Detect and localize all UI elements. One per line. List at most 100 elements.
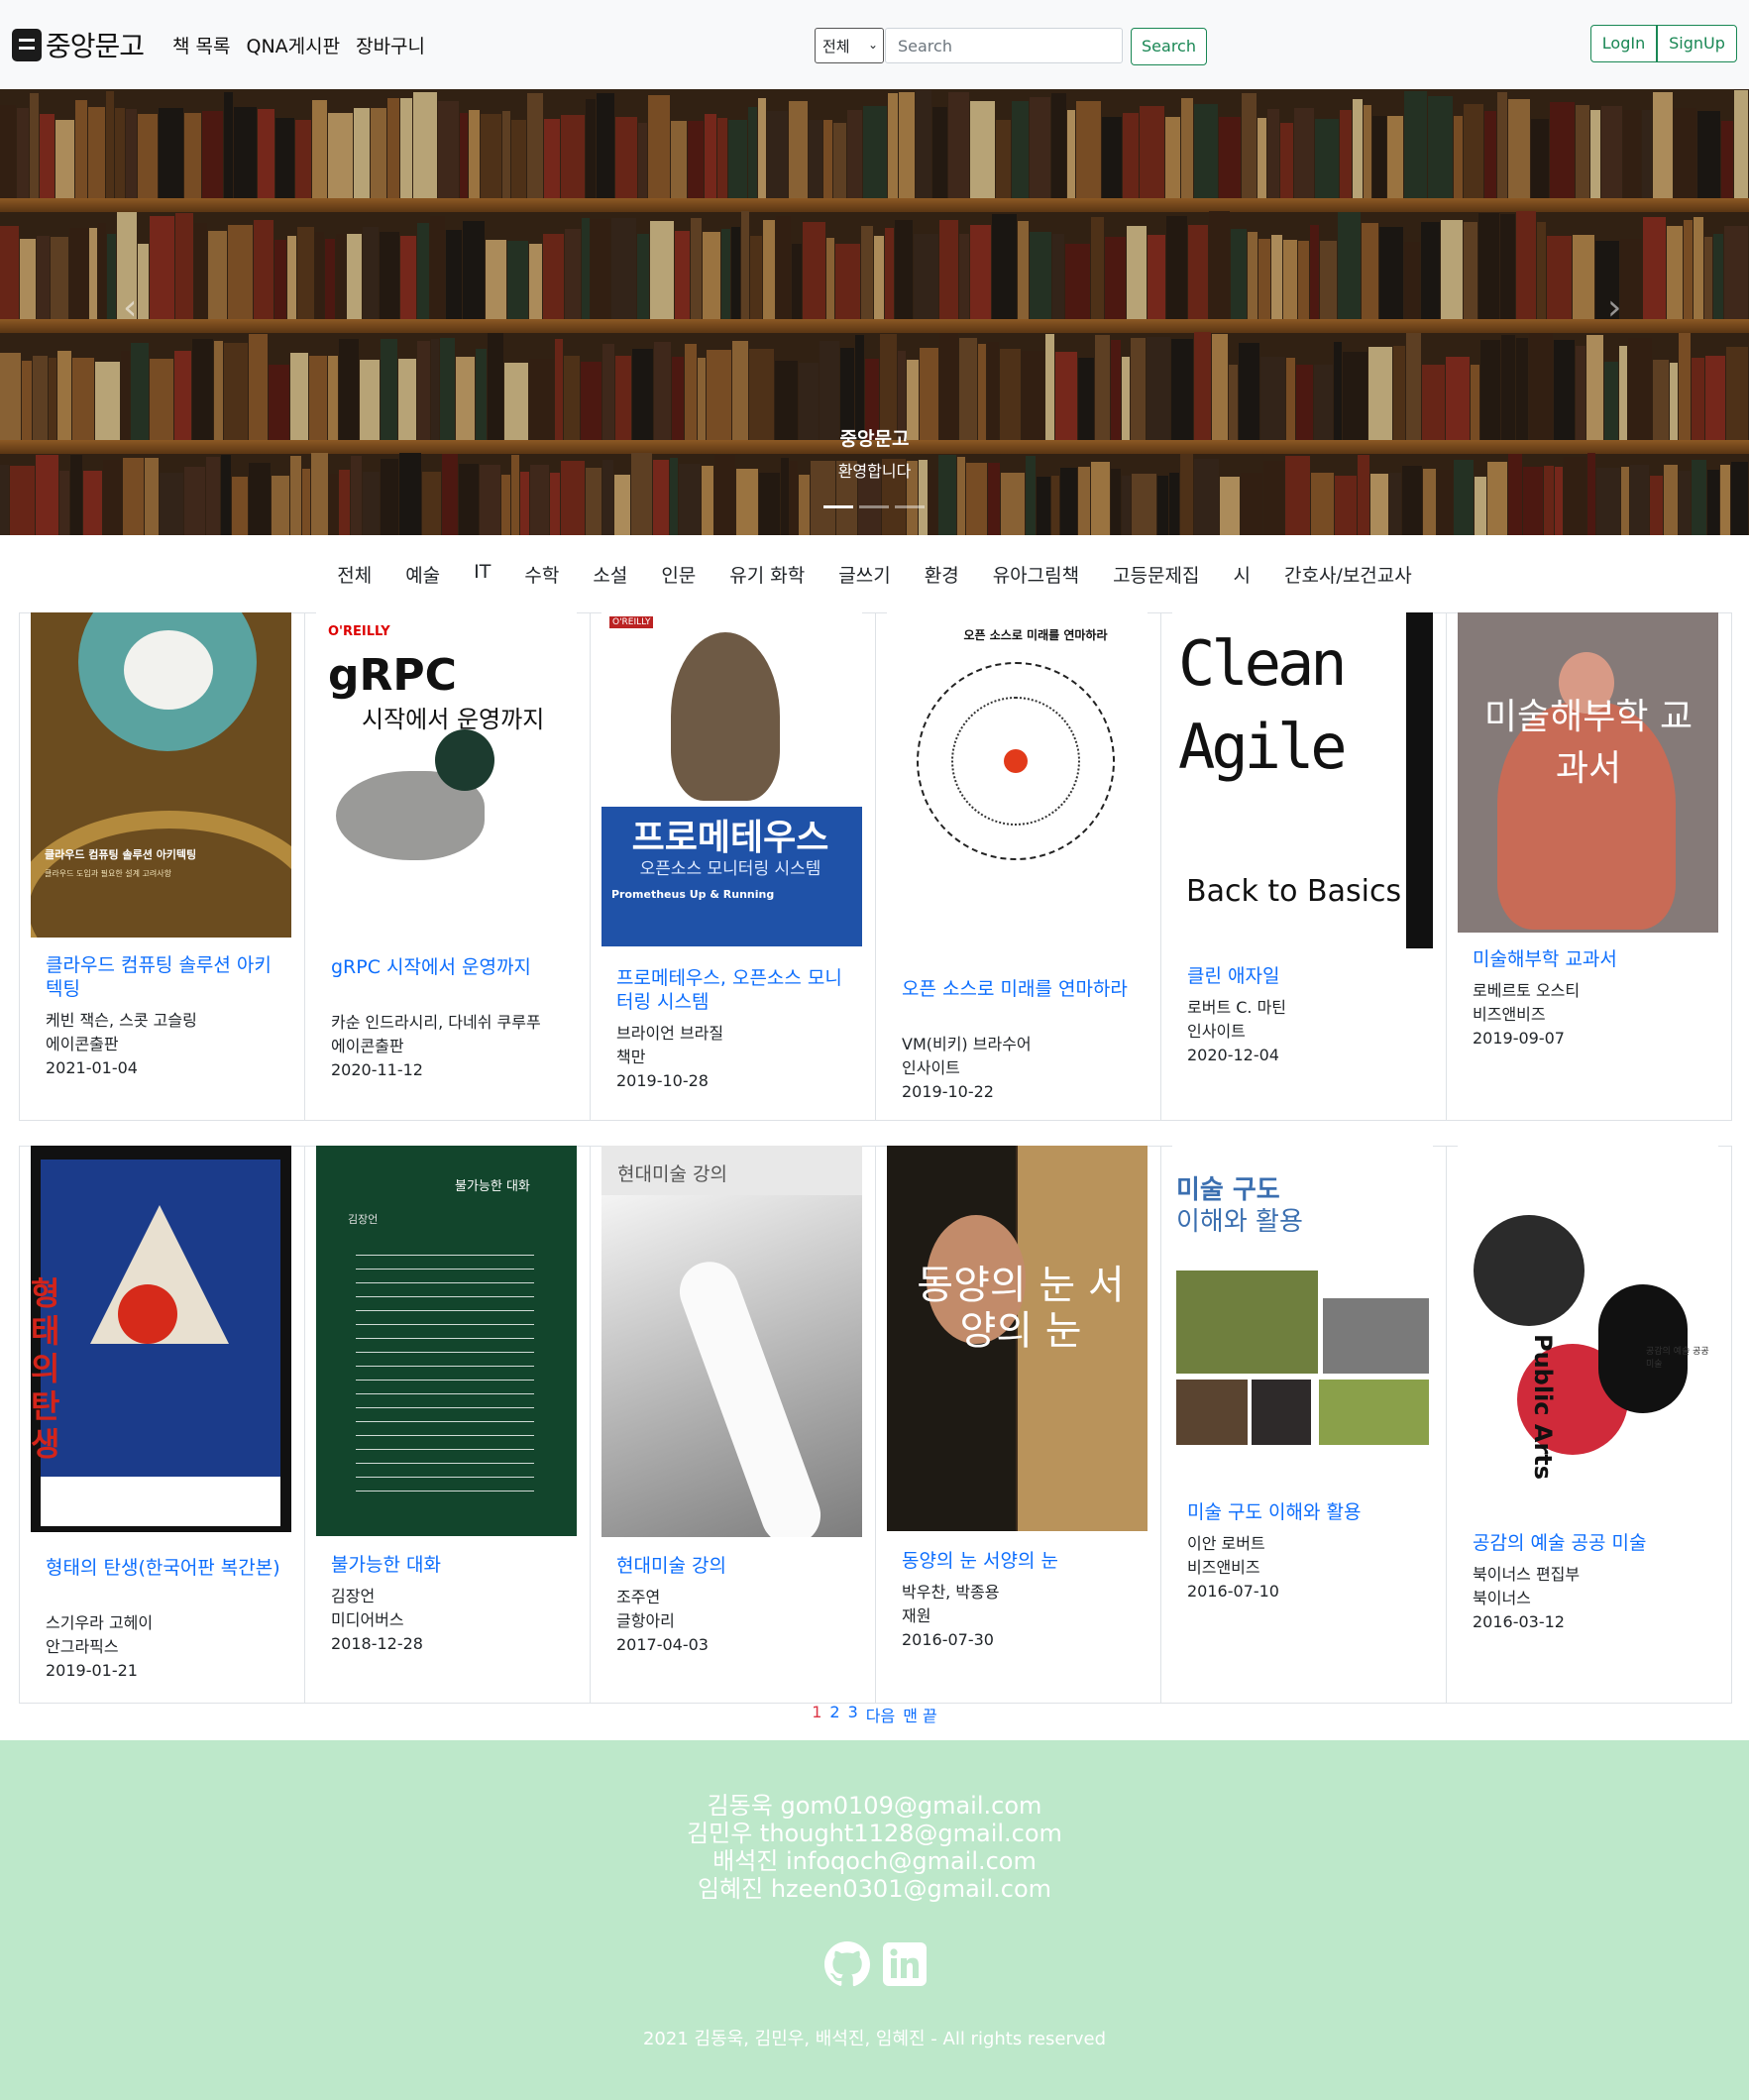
next-page-link[interactable]: 다음 xyxy=(866,1703,895,1726)
github-icon[interactable] xyxy=(823,1940,871,1988)
pagination: 1 2 3 다음 맨 끝 xyxy=(0,1703,1749,1726)
book-title-link[interactable]: 공감의 예술 공공 미술 xyxy=(1473,1531,1710,1555)
carousel-next-icon[interactable]: › xyxy=(1607,287,1621,328)
cover-painting-shape xyxy=(1176,1380,1248,1445)
cover-duck-shape xyxy=(435,729,494,791)
book-author: 북이너스 편집부 xyxy=(1473,1565,1581,1584)
book-author: VM(비키) 브라수어 xyxy=(902,1035,1032,1053)
book-cover-image[interactable]: 미술 구도 이해와 활용 xyxy=(1172,1146,1433,1485)
carousel-indicator[interactable] xyxy=(895,505,925,508)
category-tab[interactable]: IT xyxy=(474,561,491,588)
cover-text: 이해와 활용 xyxy=(1176,1207,1303,1237)
book-title-link[interactable]: 클라우드 컴퓨팅 솔루션 아키텍팅 xyxy=(46,953,283,1001)
category-tab[interactable]: 고등문제집 xyxy=(1113,561,1199,588)
search-category-value: 전체 xyxy=(822,37,850,55)
category-tab[interactable]: 유기 화학 xyxy=(729,561,805,588)
cover-eagle-shape xyxy=(671,632,780,801)
page-link[interactable]: 3 xyxy=(848,1703,858,1726)
book-cover-image[interactable]: O'REILLY 프로메테우스 오픈소스 모니터링 시스템 Prometheus Up… xyxy=(601,612,862,946)
category-tab[interactable]: 수학 xyxy=(524,561,559,588)
book-title-link[interactable]: 클린 애자일 xyxy=(1187,964,1425,988)
category-tab[interactable]: 글쓰기 xyxy=(838,561,890,588)
book-author: 케빈 잭슨, 스콧 고슬링 xyxy=(46,1011,197,1030)
book-publisher: 에이콘출판 xyxy=(46,1035,119,1053)
hero-title: 중앙문고 xyxy=(839,428,910,450)
carousel-indicator[interactable] xyxy=(859,505,889,508)
book-publisher: 안그라픽스 xyxy=(46,1637,119,1656)
book-author: 로베르토 오스티 xyxy=(1473,981,1581,1000)
category-tab[interactable]: 유아그림책 xyxy=(993,561,1079,588)
cover-painting-shape xyxy=(1252,1380,1311,1445)
book-author: 카순 인드라시리, 다네쉬 쿠루푸 xyxy=(331,1013,541,1032)
book-cover-image[interactable]: 클라우드 컴퓨팅 솔루션 아키텍팅 클라우드 도입과 필요한 설계 고려사항 xyxy=(31,612,291,938)
last-page-link[interactable]: 맨 끝 xyxy=(903,1703,937,1726)
book-cover-image[interactable]: 오픈 소스로 미래를 연마하라 xyxy=(887,612,1148,953)
book-cover-image[interactable]: Clean Agile Back to Basics xyxy=(1172,612,1433,948)
book-title-link[interactable]: 미술 구도 이해와 활용 xyxy=(1187,1500,1425,1524)
book-cover-image[interactable]: O'REILLY gRPC 시작에서 운영까지 xyxy=(316,612,577,922)
book-title-link[interactable]: 현대미술 강의 xyxy=(616,1554,854,1578)
cover-text: 김장언 xyxy=(348,1213,379,1226)
page-link-current[interactable]: 1 xyxy=(812,1703,821,1726)
category-tab[interactable]: 환경 xyxy=(925,561,959,588)
nav-book-list[interactable]: 책 목록 xyxy=(172,32,230,58)
copyright: 2021 김동욱, 김민우, 배석진, 임혜진 - All rights res… xyxy=(642,2029,1107,2049)
category-tab[interactable]: 소설 xyxy=(593,561,627,588)
book-publisher: 재원 xyxy=(902,1606,931,1625)
contact-line: 배석진 infoqoch@gmail.com xyxy=(712,1847,1037,1875)
book-title-link[interactable]: 프로메테우스, 오픈소스 모니터링 시스템 xyxy=(616,966,854,1014)
book-cover-image[interactable]: 형태의탄생 xyxy=(31,1146,291,1532)
navbar: 중앙문고 책 목록 QNA게시판 장바구니 전체 ⌄ Search Search… xyxy=(0,0,1749,89)
book-author: 브라이언 브라질 xyxy=(616,1024,724,1043)
cover-spine-shape xyxy=(1406,612,1433,948)
cover-circle-shape xyxy=(1474,1215,1585,1326)
book-title-link[interactable]: 형태의 탄생(한국어판 복간본) xyxy=(46,1556,283,1580)
book-publisher: 에이콘출판 xyxy=(331,1037,404,1055)
signup-button[interactable]: SignUp xyxy=(1657,25,1737,62)
book-cover-image[interactable]: 현대미술 강의 xyxy=(601,1146,862,1537)
category-tab[interactable]: 간호사/보건교사 xyxy=(1284,561,1412,588)
book-title-link[interactable]: 미술해부학 교과서 xyxy=(1473,947,1710,971)
book-cover-image[interactable]: 미술해부학 교과서 xyxy=(1458,612,1718,933)
brand-logo[interactable]: 중앙문고 xyxy=(12,27,145,62)
book-cover-image[interactable]: 불가능한 대화 김장언 xyxy=(316,1146,577,1536)
cover-text: 동양의 눈 서양의 눈 xyxy=(917,1263,1125,1354)
cover-text: 미술해부학 교과서 xyxy=(1483,697,1694,789)
book-date: 2019-09-07 xyxy=(1473,1029,1565,1048)
category-tab[interactable]: 인문 xyxy=(661,561,696,588)
category-tab[interactable]: 예술 xyxy=(405,561,440,588)
cover-text: Prometheus Up & Running xyxy=(611,888,775,901)
book-cover-image[interactable]: Public Arts 공감의 예술 공공 미술 xyxy=(1458,1146,1718,1515)
book-author: 김장언 xyxy=(331,1587,376,1605)
book-cover-image[interactable]: 동양의 눈 서양의 눈 xyxy=(887,1146,1148,1531)
book-date: 2016-07-30 xyxy=(902,1630,994,1649)
book-title-link[interactable]: 동양의 눈 서양의 눈 xyxy=(902,1549,1140,1573)
search-input[interactable]: Search xyxy=(885,28,1123,63)
nav-qna-board[interactable]: QNA게시판 xyxy=(246,32,340,58)
category-tab[interactable]: 전체 xyxy=(337,561,372,588)
book-author: 로버트 C. 마틴 xyxy=(1187,998,1287,1017)
book-publisher: 북이너스 xyxy=(1473,1589,1531,1607)
book-date: 2020-12-04 xyxy=(1187,1046,1279,1064)
cover-text: 시작에서 운영까지 xyxy=(362,706,545,733)
category-tab[interactable]: 시 xyxy=(1234,561,1251,588)
chevron-down-icon: ⌄ xyxy=(867,38,878,52)
nav-cart[interactable]: 장바구니 xyxy=(356,32,425,58)
search-category-select[interactable]: 전체 ⌄ xyxy=(815,28,884,63)
login-button[interactable]: LogIn xyxy=(1590,25,1657,62)
search-button[interactable]: Search xyxy=(1131,28,1207,65)
page-link[interactable]: 2 xyxy=(829,1703,839,1726)
cover-lines-shape xyxy=(356,1255,534,1492)
book-date: 2019-01-21 xyxy=(46,1661,138,1680)
contact-line: 임혜진 hzeen0301@gmail.com xyxy=(697,1875,1052,1903)
book-author: 박우찬, 박종용 xyxy=(902,1583,1000,1602)
cover-text: 오픈소스 모니터링 시스템 xyxy=(639,859,821,879)
book-date: 2017-04-03 xyxy=(616,1635,709,1654)
linkedin-icon[interactable] xyxy=(881,1940,929,1988)
carousel-prev-icon[interactable]: ‹ xyxy=(123,287,137,328)
book-title-link[interactable]: gRPC 시작에서 운영까지 xyxy=(331,955,569,979)
book-icon xyxy=(12,28,42,61)
carousel-indicator[interactable] xyxy=(823,505,853,508)
book-title-link[interactable]: 불가능한 대화 xyxy=(331,1553,569,1577)
book-title-link[interactable]: 오픈 소스로 미래를 연마하라 xyxy=(902,977,1140,1001)
